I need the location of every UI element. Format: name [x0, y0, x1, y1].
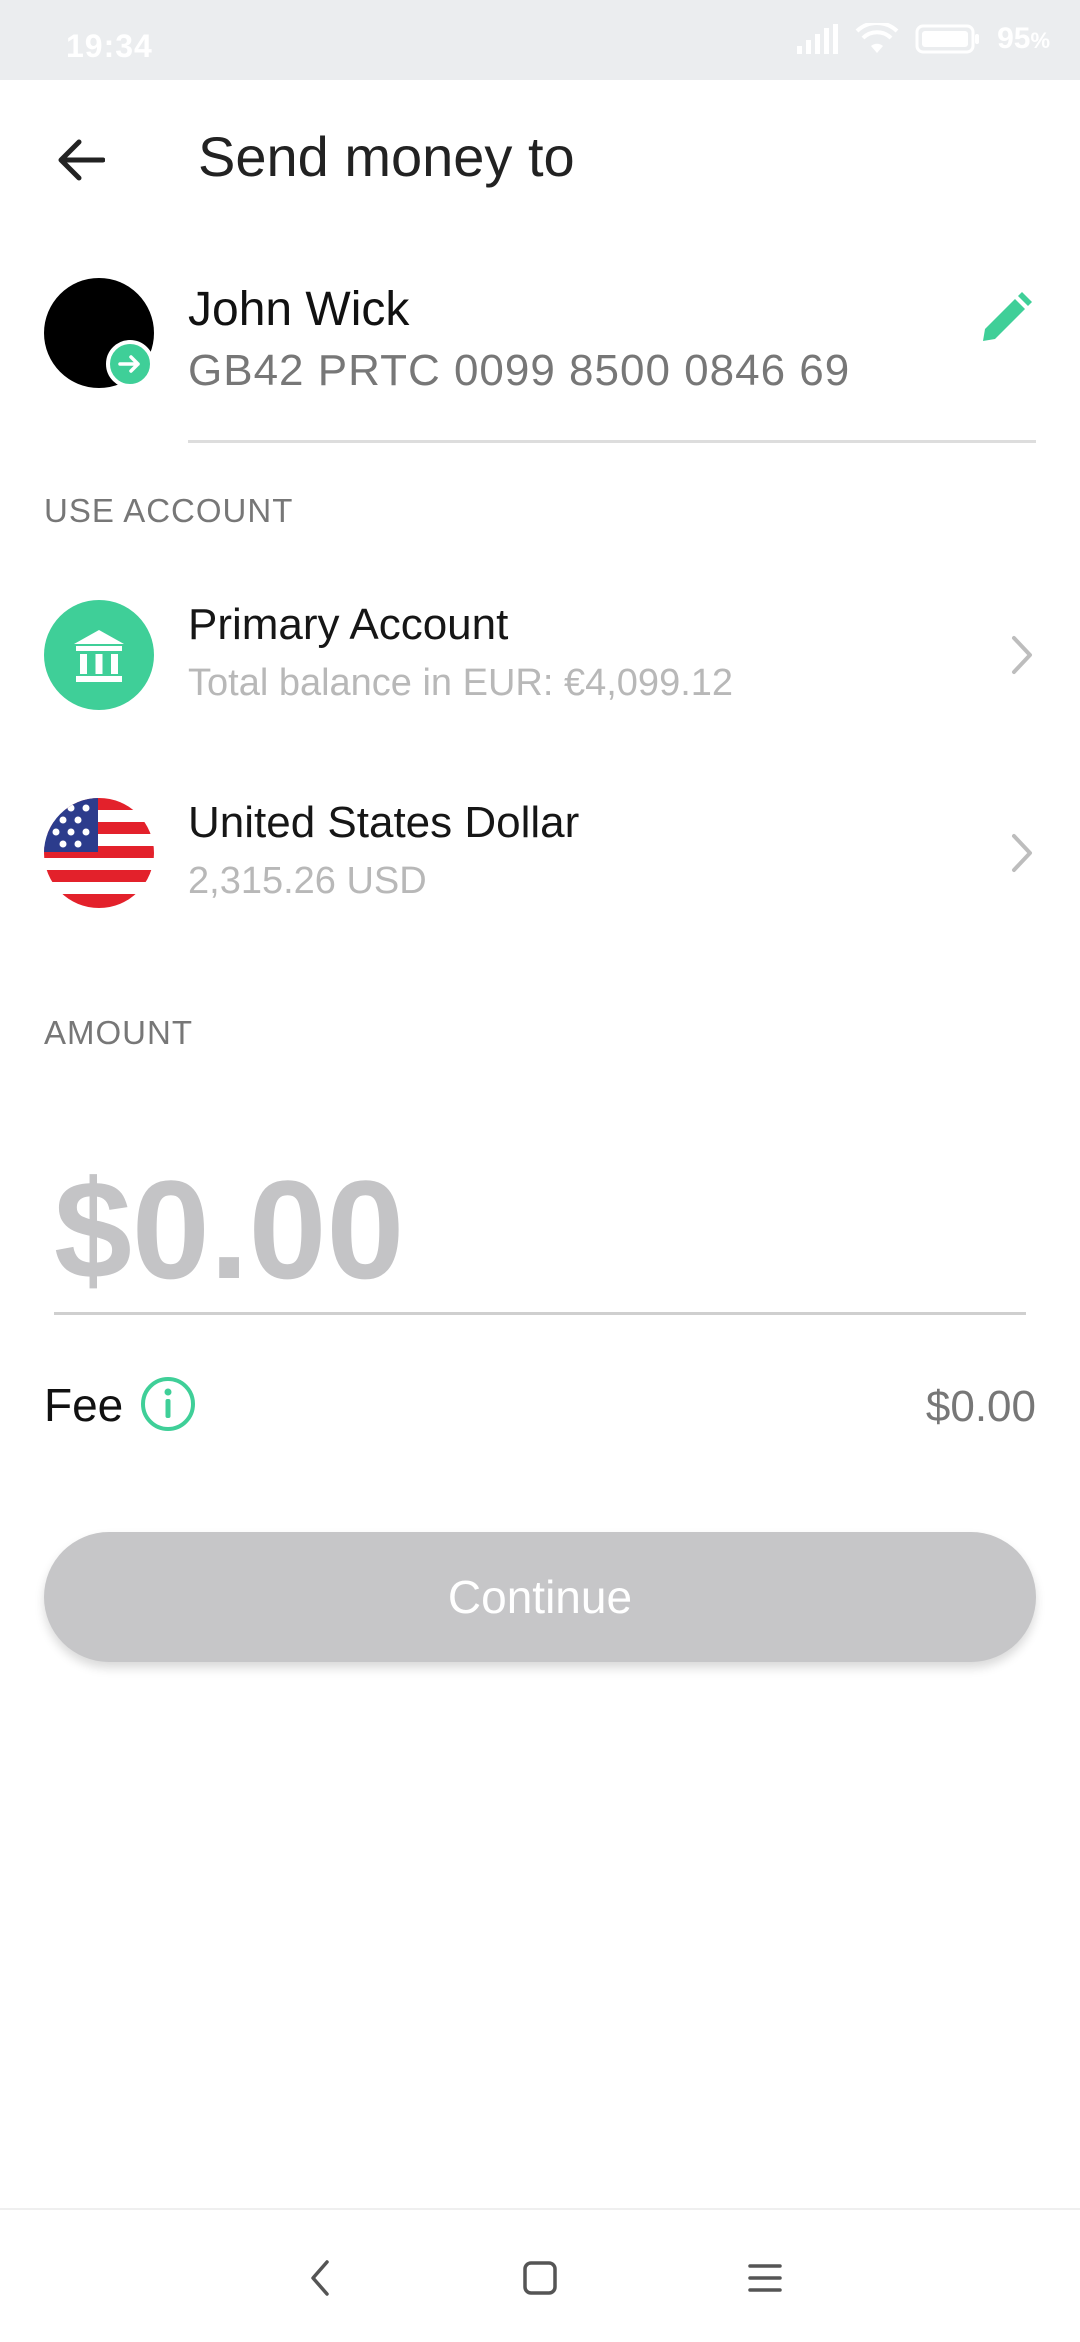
recipient-card: John Wick GB42 PRTC 0099 8500 0846 69: [0, 270, 1080, 450]
amount-label: AMOUNT: [44, 1014, 193, 1051]
recipient-iban: GB42 PRTC 0099 8500 0846 69: [188, 346, 851, 395]
account-title: Primary Account: [188, 600, 509, 649]
transfer-badge-icon: [106, 340, 154, 388]
use-account-label: USE ACCOUNT: [44, 492, 294, 529]
nav-home-icon: [523, 2261, 557, 2295]
divider: [54, 1312, 1026, 1315]
edit-recipient-button[interactable]: [970, 284, 1040, 354]
nav-back-icon: [311, 2260, 329, 2296]
page-title: Send money to: [198, 125, 575, 188]
account-row-primary[interactable]: Primary Account Total balance in EUR: €4…: [0, 580, 1080, 740]
amount-input[interactable]: [54, 1140, 1034, 1320]
battery-icon: [915, 24, 980, 54]
nav-menu-icon: [748, 2264, 782, 2292]
status-time: 19:34: [66, 28, 153, 64]
battery-percent: 95%: [997, 22, 1050, 55]
back-button[interactable]: [40, 120, 120, 200]
account-balance: Total balance in EUR: €4,099.12: [188, 662, 734, 704]
system-nav-bar: [0, 2208, 1080, 2342]
recipient-name: John Wick: [188, 283, 410, 336]
wifi-icon: [855, 23, 899, 53]
chevron-right-icon: [1012, 636, 1032, 674]
fee-label: Fee: [44, 1379, 124, 1431]
account-row-usd[interactable]: United States Dollar 2,315.26 USD: [0, 778, 1080, 938]
signal-icon: [797, 24, 839, 54]
nav-home-button[interactable]: [510, 2248, 570, 2308]
bank-icon: [44, 600, 154, 710]
divider: [188, 440, 1036, 443]
continue-button[interactable]: Continue: [44, 1532, 1036, 1662]
status-bar: 19:34 95%: [0, 0, 1080, 80]
account-balance: 2,315.26 USD: [188, 860, 427, 902]
fee-value: $0.00: [925, 1382, 1036, 1431]
account-title: United States Dollar: [188, 798, 580, 847]
pencil-icon: [983, 292, 1032, 341]
fee-row: Fee $0.00: [0, 1370, 1080, 1440]
app-bar: Send money to: [0, 80, 1080, 240]
status-icons: 95%: [795, 22, 1050, 56]
info-icon[interactable]: [138, 1374, 198, 1434]
arrow-left-icon: [58, 139, 105, 181]
us-flag-icon: [44, 798, 154, 908]
nav-back-button[interactable]: [290, 2248, 350, 2308]
chevron-right-icon: [1012, 834, 1032, 872]
nav-menu-button[interactable]: [735, 2248, 795, 2308]
